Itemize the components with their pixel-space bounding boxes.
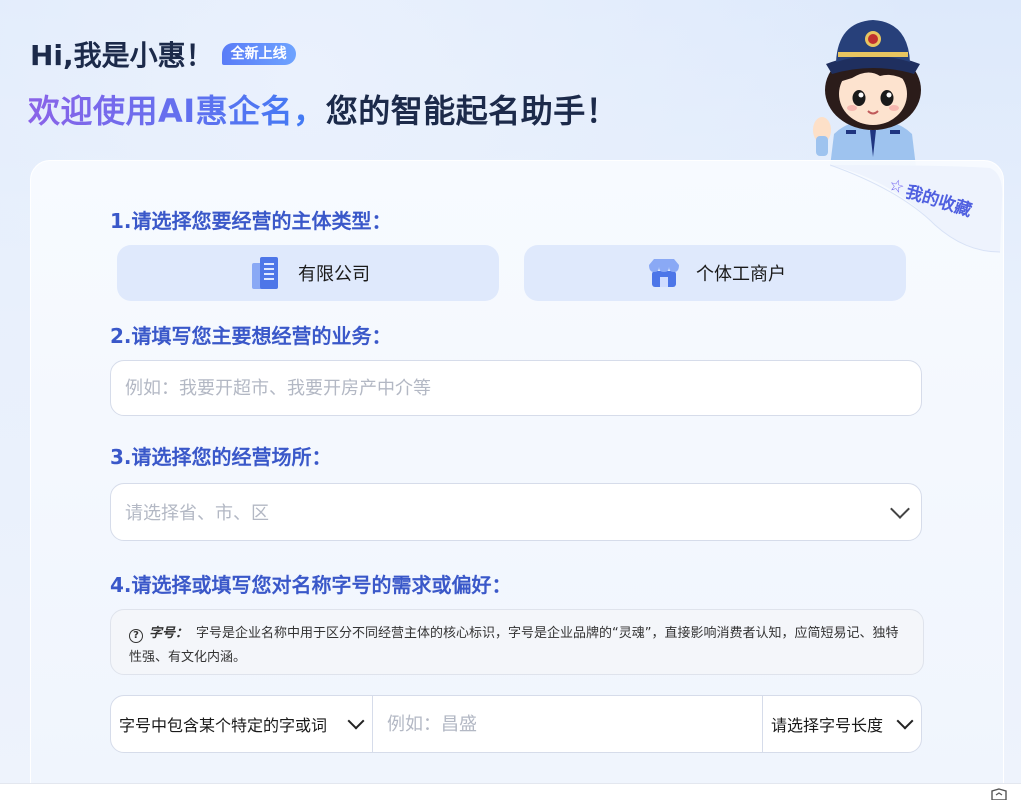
question-circle-icon: ? [129,629,143,643]
name-length-value: 请选择字号长度 [771,716,884,735]
greeting-line: Hi,我是小惠！ 全新上线 [30,34,296,74]
chevron-down-icon [890,499,910,519]
keyword-input-box [373,696,763,752]
type-option-label: 个体工商户 [696,264,786,285]
headline-tagline: 您的智能起名助手！ [325,92,619,130]
new-badge: 全新上线 [221,43,296,65]
step4-title: 4.请选择或填写您对名称字号的需求或偏好： [110,573,512,597]
location-select[interactable]: 请选择省、市、区 [110,483,922,541]
step2-title: 2.请填写您主要想经营的业务： [110,324,392,348]
storefront-icon [649,259,679,287]
tip-key: 字号： [149,626,189,641]
step3-title: 3.请选择您的经营场所： [110,445,332,469]
step1-title: 1.请选择您要经营的主体类型： [110,209,392,233]
business-input[interactable] [125,377,921,399]
preference-mode-select[interactable]: 字号中包含某个特定的字或词 [111,696,373,752]
type-option-individual-business[interactable]: 个体工商户 [524,245,906,301]
headline-brand: 欢迎使用AI惠企名， [28,92,326,130]
type-option-limited-company[interactable]: 有限公司 [117,245,499,301]
business-input-box [110,360,922,416]
keyword-input[interactable] [387,713,762,735]
tip-text: 字号是企业名称中用于区分不同经营主体的核心标识，字号是企业品牌的“灵魂”，直接影… [129,626,899,665]
shield-icon[interactable] [990,788,1008,800]
greeting-text: Hi,我是小惠！ [30,39,214,72]
preference-mode-value: 字号中包含某个特定的字或词 [119,716,328,735]
office-building-icon [252,257,278,289]
favorites-corner[interactable] [830,160,1005,255]
mascot-avatar [813,20,921,167]
chevron-down-icon [896,712,914,730]
trade-name-tip: ? 字号： 字号是企业名称中用于区分不同经营主体的核心标识，字号是企业品牌的“灵魂”… [110,609,924,675]
chevron-down-icon [347,712,365,730]
page-headline: 欢迎使用AI惠企名，您的智能起名助手！ [28,86,618,132]
bottom-bar [0,783,1021,800]
name-length-select[interactable]: 请选择字号长度 [763,696,921,752]
location-placeholder: 请选择省、市、区 [125,503,269,524]
trade-name-preference: 字号中包含某个特定的字或词 请选择字号长度 [110,695,922,753]
type-option-label: 有限公司 [298,264,370,285]
